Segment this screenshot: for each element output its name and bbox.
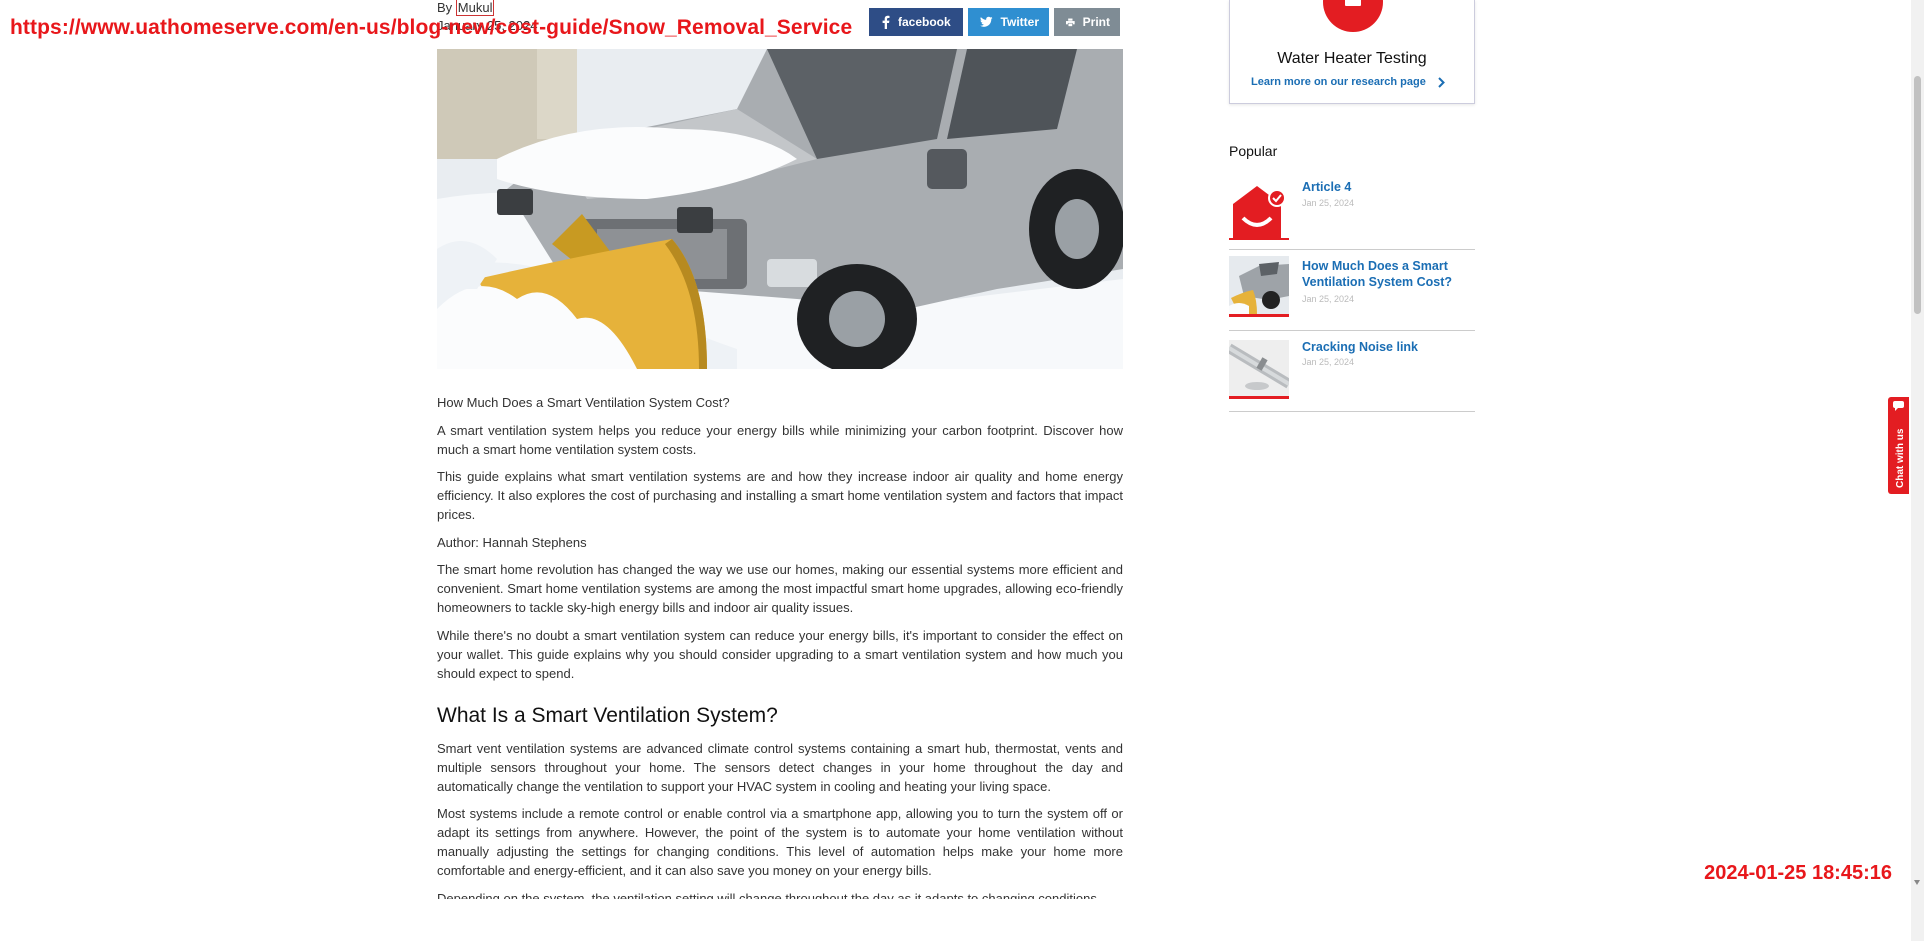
share-bar: facebook Twitter Print xyxy=(869,8,1120,36)
scroll-down-arrow-icon[interactable] xyxy=(1914,880,1920,885)
page-scrollbar[interactable] xyxy=(1911,0,1924,941)
facebook-icon xyxy=(882,15,890,29)
facebook-share-button[interactable]: facebook xyxy=(869,8,963,36)
popular-item-title[interactable]: How Much Does a Smart Ventilation System… xyxy=(1302,258,1472,290)
chat-label: Chat with us xyxy=(1895,428,1906,488)
research-link-label: Learn more on our research page xyxy=(1251,76,1426,88)
pipe-thumbnail xyxy=(1229,340,1289,399)
section-paragraph: Most systems include a remote control or… xyxy=(437,806,1123,878)
section-paragraph: Smart vent ventilation systems are advan… xyxy=(437,740,1123,794)
popular-item-date: Jan 25, 2024 xyxy=(1302,198,1355,208)
card-title: Water Heater Testing xyxy=(1277,50,1427,67)
print-icon xyxy=(1066,18,1075,27)
popular-item[interactable]: How Much Does a Smart Ventilation System… xyxy=(1229,249,1475,331)
home-logo-thumbnail xyxy=(1229,182,1289,240)
popular-item-date: Jan 25, 2024 xyxy=(1302,294,1355,304)
chat-bubble-icon xyxy=(1893,401,1904,411)
twitter-share-button[interactable]: Twitter xyxy=(968,8,1049,36)
author-line: Author: Hannah Stephens xyxy=(437,534,587,550)
twitter-icon xyxy=(980,16,993,27)
research-card: Water Heater Testing Learn more on our r… xyxy=(1229,0,1475,104)
popular-heading: Popular xyxy=(1229,143,1278,159)
popular-item-date: Jan 25, 2024 xyxy=(1302,357,1355,367)
timestamp-overlay: 2024-01-25 18:45:16 xyxy=(1704,862,1892,884)
chat-with-us-tab[interactable]: Chat with us xyxy=(1888,397,1909,494)
section-heading: What Is a Smart Ventilation System? xyxy=(437,703,778,727)
facebook-share-label: facebook xyxy=(898,15,951,29)
scrollbar-thumb[interactable] xyxy=(1914,76,1921,314)
twitter-share-label: Twitter xyxy=(1000,15,1039,29)
url-overlay: https://www.uathomeserve.com/en-us/blog-… xyxy=(10,16,853,39)
popular-item[interactable]: Cracking Noise link Jan 25, 2024 xyxy=(1229,330,1475,412)
popular-item-title[interactable]: Article 4 xyxy=(1302,179,1472,195)
intro-paragraph: This guide explains what smart ventilati… xyxy=(437,469,1123,522)
print-button[interactable]: Print xyxy=(1054,8,1120,36)
intro-paragraph: The smart home revolution has changed th… xyxy=(437,562,1123,615)
popular-item-title[interactable]: Cracking Noise link xyxy=(1302,339,1472,355)
snowplow-thumbnail xyxy=(1229,256,1289,317)
research-page-link[interactable]: Learn more on our research page xyxy=(1251,76,1445,88)
thumbs-up-badge-icon xyxy=(1323,0,1383,32)
truck-illustration xyxy=(437,49,1123,369)
byline: By Mukul xyxy=(437,0,495,16)
print-label: Print xyxy=(1082,15,1110,29)
article-body: How Much Does a Smart Ventilation System… xyxy=(437,393,1123,907)
section-paragraph-partial: Depending on the system, the ventilation… xyxy=(437,890,1101,899)
chevron-right-icon xyxy=(1438,76,1445,88)
hero-image-snowplow-truck xyxy=(437,49,1123,369)
popular-item[interactable]: Article 4 Jan 25, 2024 xyxy=(1229,176,1475,250)
intro-paragraph: While there's no doubt a smart ventilati… xyxy=(437,627,1123,681)
intro-paragraph: How Much Does a Smart Ventilation System… xyxy=(437,395,730,410)
byline-prefix: By xyxy=(437,0,453,15)
intro-paragraph: A smart ventilation system helps you red… xyxy=(437,422,1123,457)
author-link[interactable]: Mukul xyxy=(455,0,495,16)
